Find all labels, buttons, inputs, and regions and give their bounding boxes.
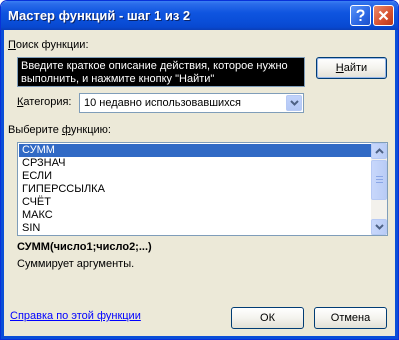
find-button[interactable]: Найти [316,57,387,79]
function-listbox[interactable]: СУММ СРЗНАЧ ЕСЛИ ГИПЕРССЫЛКА СЧЁТ МАКС S… [17,142,388,236]
list-item[interactable]: ГИПЕРССЫЛКА [19,183,371,196]
title-bar[interactable]: Мастер функций - шаг 1 из 2 [1,1,398,30]
help-link[interactable]: Справка по этой функции [10,310,141,322]
cancel-button[interactable]: Отмена [314,307,387,329]
chevron-up-icon [374,148,384,154]
search-text-line2: выполнить, и нажмите кнопку "Найти" [21,73,215,85]
search-label: Поиск функции: [8,39,89,51]
category-label: Категория: [17,96,72,108]
chevron-down-icon [289,100,299,106]
list-item[interactable]: СРЗНАЧ [19,157,371,170]
function-description: Суммирует аргументы. [17,258,135,270]
find-button-label: Найти [335,62,368,74]
grip-line [376,179,383,180]
category-dropdown-button[interactable] [286,95,302,111]
ok-button-label: ОК [260,312,275,324]
close-icon [378,10,389,21]
search-text-line1: Введите краткое описание действия, котор… [21,60,288,72]
grip-line [376,176,383,177]
list-item[interactable]: SIN [19,222,371,235]
function-signature: СУММ(число1;число2;...) [17,241,152,253]
window-frame-right [395,30,398,339]
cancel-button-label: Отмена [330,312,371,324]
close-button[interactable] [373,5,394,26]
function-list-label: Выберите функцию: [8,124,111,136]
window-title: Мастер функций - шаг 1 из 2 [8,8,191,23]
list-item[interactable]: МАКС [19,209,371,222]
scroll-down-button[interactable] [371,219,387,235]
window-frame-left [1,30,4,339]
help-icon [356,9,365,21]
chevron-down-icon [374,224,384,230]
list-item[interactable]: ЕСЛИ [19,170,371,183]
ok-button[interactable]: ОК [231,307,304,329]
category-select[interactable]: 10 недавно использовавшихся [79,93,304,113]
category-value: 10 недавно использовавшихся [84,97,242,109]
help-button[interactable] [350,5,371,26]
function-wizard-dialog: Мастер функций - шаг 1 из 2 Поиск функци… [0,0,399,340]
list-item[interactable]: СУММ [19,144,371,157]
list-item[interactable]: СЧЁТ [19,196,371,209]
window-frame-bottom [1,336,398,339]
grip-line [376,182,383,183]
scroll-up-button[interactable] [371,143,387,159]
scroll-thumb[interactable] [371,160,387,200]
list-scrollbar[interactable] [371,143,387,235]
search-input[interactable]: Введите краткое описание действия, котор… [17,57,305,87]
